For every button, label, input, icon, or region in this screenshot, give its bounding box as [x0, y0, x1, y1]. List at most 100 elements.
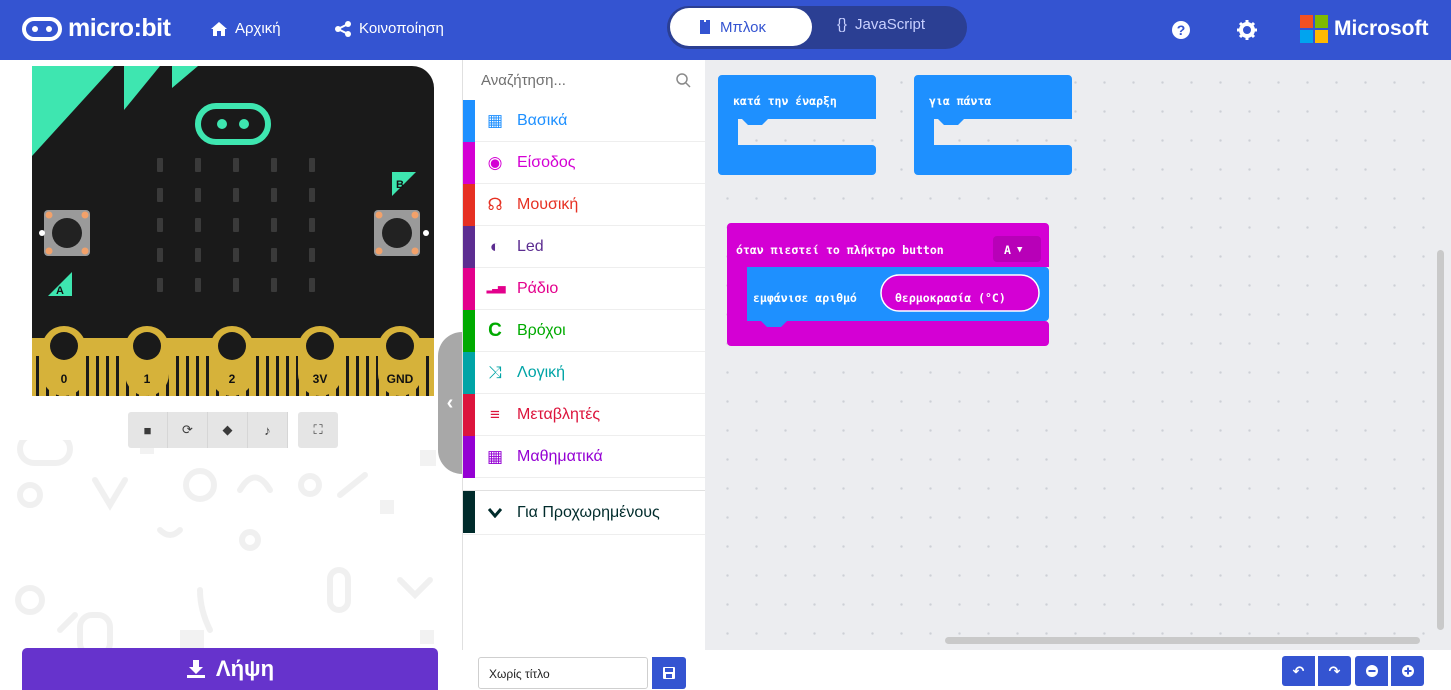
category-color-bar [463, 310, 475, 352]
on-start-label: κατά την έναρξη [733, 94, 837, 108]
fullscreen-button[interactable]: ⛶ [298, 412, 338, 448]
puzzle-icon [700, 20, 710, 34]
microsoft-squares-icon [1300, 15, 1328, 43]
led [157, 278, 163, 292]
download-label: Λήψη [215, 656, 275, 681]
led [309, 188, 315, 202]
led [309, 218, 315, 232]
zoom-out-button[interactable] [1355, 656, 1388, 686]
temperature-reporter[interactable]: θερμοκρασία (°C) [895, 291, 1006, 305]
category-list: ▦ Βασικά ◉ Είσοδος ☊ Μουσική ◐ Led ▂▃▅ Ράδιο C Βρόχ… [463, 100, 705, 478]
home-link[interactable]: Αρχική [210, 20, 281, 37]
category-color-bar [463, 394, 475, 436]
category-item[interactable]: C Βρόχοι [463, 310, 705, 352]
search-input[interactable]: Αναζήτηση... [481, 72, 566, 89]
led [271, 158, 277, 172]
undo-redo-group: ↶ ↷ [1282, 656, 1351, 686]
category-color-bar [463, 491, 475, 533]
category-label: Led [517, 237, 544, 255]
led [233, 218, 239, 232]
category-advanced[interactable]: Για Προχωρημένους [463, 491, 705, 535]
category-color-bar [463, 352, 475, 394]
led [157, 158, 163, 172]
category-item[interactable]: ⤨ Λογική [463, 352, 705, 394]
tab-blocks-label: Μπλοκ [720, 18, 766, 36]
forever-label: για πάντα [929, 94, 992, 108]
on-button-pressed-block[interactable] [727, 223, 1053, 348]
category-item[interactable]: ◉ Είσοδος [463, 142, 705, 184]
button-label: A [56, 285, 64, 297]
microbit-board[interactable]: 0 1 2 3V GND A B [32, 66, 434, 396]
category-item[interactable]: ▦ Μαθηματικά [463, 436, 705, 478]
restart-button[interactable]: ⟳ [168, 412, 208, 448]
category-item[interactable]: ☊ Μουσική [463, 184, 705, 226]
button-dropdown[interactable]: A ▼ [1004, 243, 1022, 257]
button-value: A [1004, 243, 1011, 257]
help-button[interactable]: ? [1171, 20, 1191, 45]
category-label: Βασικά [517, 111, 568, 129]
led [195, 188, 201, 202]
led [309, 278, 315, 292]
category-label: Λογική [517, 363, 566, 381]
editor-toggle: Μπλοκ {} JavaScript [667, 6, 967, 49]
redo-button[interactable]: ↷ [1318, 656, 1351, 686]
undo-icon: ↶ [1292, 662, 1305, 679]
vertical-scrollbar[interactable] [1437, 250, 1444, 630]
toolbox: Αναζήτηση... ▦ Βασικά ◉ Είσοδος ☊ Μουσική ◐ Led… [462, 60, 705, 690]
led [195, 248, 201, 262]
blocks-workspace[interactable]: κατά την έναρξη για πάντα όταν πιεστεί τ… [705, 60, 1451, 650]
download-button[interactable]: Λήψη [22, 648, 438, 690]
microsoft-logo[interactable]: Microsoft [1300, 15, 1429, 43]
pin-label: 3V [313, 372, 328, 386]
simulator-panel: 0 1 2 3V GND A B ■ ⟳ ◆ ♪ ⛶ ‹ [0, 60, 462, 690]
zoom-group [1355, 656, 1424, 686]
mute-button[interactable]: ♪ [248, 412, 288, 448]
settings-button[interactable] [1237, 20, 1257, 45]
save-icon [663, 667, 675, 679]
collapse-simulator-button[interactable]: ‹ [438, 332, 462, 474]
slowmo-button[interactable]: ◆ [208, 412, 248, 448]
save-button[interactable] [652, 657, 686, 689]
category-item[interactable]: ◐ Led [463, 226, 705, 268]
pin-label: 0 [61, 372, 68, 386]
on-button-label: όταν πιεστεί το πλήκτρο button [736, 243, 944, 257]
zoom-out-icon [1365, 665, 1378, 677]
restart-icon: ⟳ [182, 422, 193, 437]
share-link[interactable]: Κοινοποίηση [334, 20, 444, 37]
horizontal-scrollbar[interactable] [945, 637, 1420, 644]
led [309, 248, 315, 262]
download-icon [186, 660, 205, 678]
undo-button[interactable]: ↶ [1282, 656, 1315, 686]
led [271, 248, 277, 262]
loop-icon: C [488, 319, 502, 341]
grid-icon: ▦ [486, 110, 504, 130]
advanced-section: Για Προχωρημένους [463, 490, 705, 535]
category-label: Ράδιο [517, 279, 559, 297]
toolbox-search[interactable]: Αναζήτηση... [463, 60, 705, 100]
led [195, 278, 201, 292]
redo-icon: ↷ [1328, 662, 1341, 679]
category-item[interactable]: ▂▃▅ Ράδιο [463, 268, 705, 310]
category-color-bar [463, 142, 475, 184]
tab-javascript[interactable]: {} JavaScript [837, 16, 925, 33]
category-advanced-label: Για Προχωρημένους [517, 503, 660, 521]
category-color-bar [463, 100, 475, 142]
gear-icon [1237, 20, 1257, 40]
category-item[interactable]: ≡ Μεταβλητές [463, 394, 705, 436]
stop-button[interactable]: ■ [128, 412, 168, 448]
category-color-bar [463, 226, 475, 268]
led [157, 188, 163, 202]
on-start-block[interactable] [718, 75, 878, 177]
led [157, 248, 163, 262]
microbit-face-icon [22, 16, 62, 41]
share-icon [335, 20, 351, 37]
forever-block[interactable] [914, 75, 1074, 177]
category-item[interactable]: ▦ Βασικά [463, 100, 705, 142]
zoom-in-button[interactable] [1391, 656, 1424, 686]
shuffle-icon: ⤨ [488, 362, 502, 382]
tab-blocks[interactable]: Μπλοκ [670, 8, 812, 46]
pin-label: 2 [229, 372, 236, 386]
microbit-logo[interactable]: micro:bit [22, 14, 171, 43]
led [271, 218, 277, 232]
project-name-input[interactable]: Χωρίς τίτλο [478, 657, 648, 689]
